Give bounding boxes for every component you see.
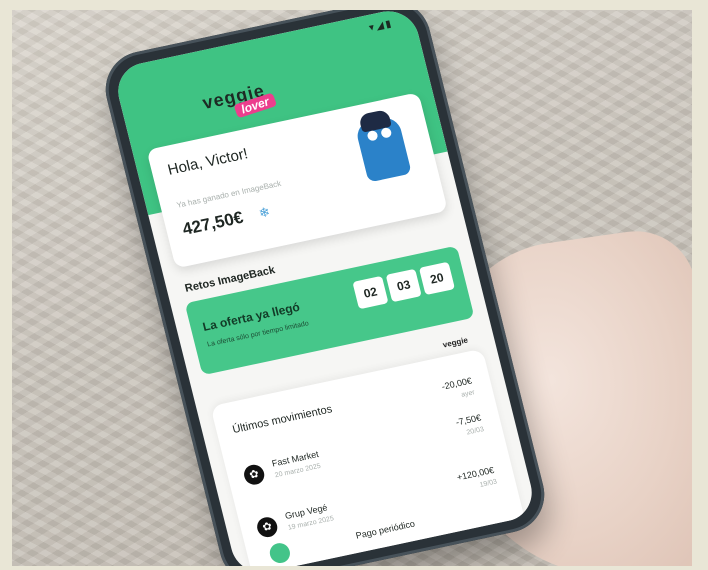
movement-amount-sub: ayer xyxy=(460,389,476,399)
merchant-icon: ✿ xyxy=(241,462,267,487)
greeting-text: Hola, Victor! xyxy=(165,145,250,179)
countdown-timer: 02 03 20 xyxy=(352,261,456,310)
movement-amount-sub: 20/03 xyxy=(465,426,485,437)
movement-amount-sub: 19/03 xyxy=(478,478,498,489)
movements-panel: Últimos movimientos -20,00€ ayer ✿ Fast … xyxy=(210,348,525,566)
countdown-hours: 03 xyxy=(385,268,422,303)
countdown-days: 02 xyxy=(352,275,389,310)
phone: ▾◢▮ veggie lover Hola, Victor! Ya has ga… xyxy=(97,10,553,566)
mascot-illustration xyxy=(354,115,412,183)
snowflake-icon: ❄ xyxy=(257,203,272,221)
countdown-minutes: 20 xyxy=(418,261,456,296)
see-all-link[interactable]: veggie xyxy=(442,335,469,349)
phone-body: ▾◢▮ veggie lover Hola, Victor! Ya has ga… xyxy=(97,10,553,566)
promo-banner[interactable]: La oferta ya llegó La oferta sólo por ti… xyxy=(184,245,475,376)
phone-screen: ▾◢▮ veggie lover Hola, Victor! Ya has ga… xyxy=(111,10,539,566)
background-photo: ▾◢▮ veggie lover Hola, Victor! Ya has ga… xyxy=(12,10,692,566)
balance-amount: 427,50€ xyxy=(180,207,246,239)
merchant-icon: ✿ xyxy=(255,515,280,539)
movement-amount: -7,50€ xyxy=(454,412,483,428)
